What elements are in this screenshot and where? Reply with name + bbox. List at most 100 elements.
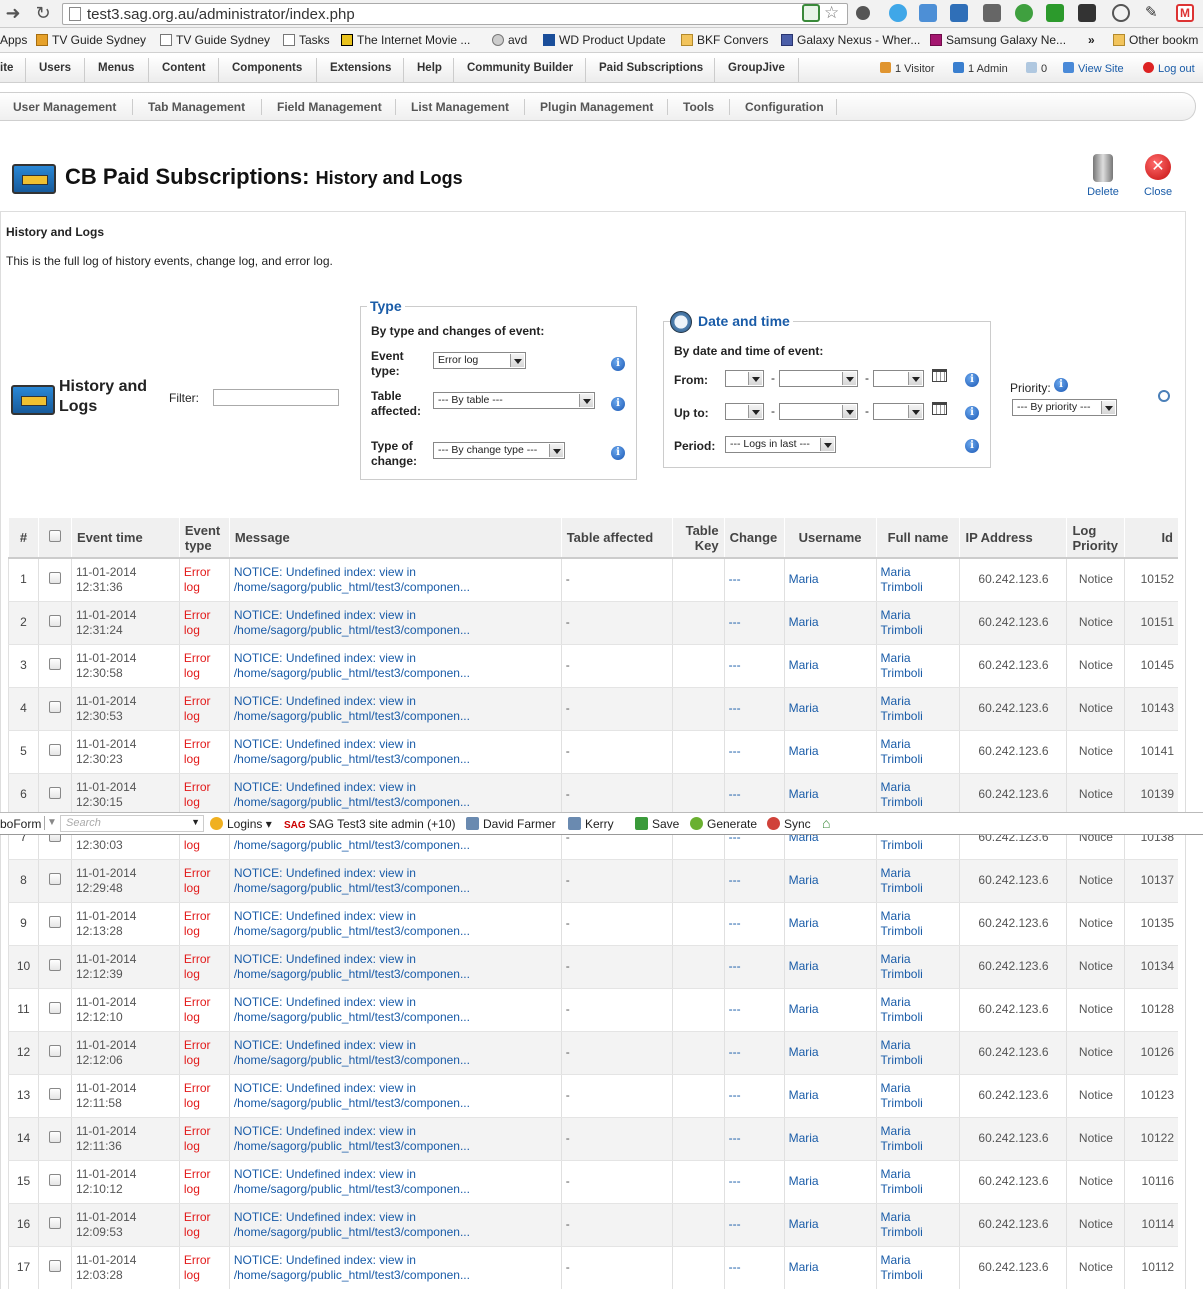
info-icon[interactable]: i [965, 439, 979, 453]
menu-users[interactable]: Users [39, 62, 71, 74]
fullname-link[interactable]: MariaTrimboli [875, 1074, 960, 1118]
identity-kerry-button[interactable]: Kerry [568, 817, 614, 831]
message-link[interactable]: NOTICE: Undefined index: view in/home/sa… [228, 1160, 562, 1204]
row-checkbox[interactable] [48, 1087, 61, 1100]
table-row[interactable]: 9 11-01-2014 12:13:28 Error log NOTICE: Undef… [8, 902, 1178, 946]
message-link[interactable]: NOTICE: Undefined index: view in/home/sa… [228, 1246, 562, 1289]
bookmark-wd[interactable]: WD Product Update [543, 33, 666, 47]
fullname-link[interactable]: MariaTrimboli [875, 687, 960, 731]
bookmark-tasks[interactable]: Tasks [283, 33, 330, 47]
table-row[interactable]: 2 11-01-2014 12:31:24 Error log NOTICE: Undef… [8, 601, 1178, 645]
bookmark-samsung[interactable]: Samsung Galaxy Ne... [930, 33, 1066, 47]
info-icon[interactable]: i [611, 357, 625, 371]
username-link[interactable]: Maria [783, 1074, 877, 1118]
menu-extensions[interactable]: Extensions [330, 62, 391, 74]
submenu-tab-management[interactable]: Tab Management [148, 100, 245, 114]
message-link[interactable]: NOTICE: Undefined index: view in/home/sa… [228, 730, 562, 774]
col-change[interactable]: Change [723, 518, 785, 559]
save-button[interactable]: Save [635, 817, 679, 831]
change-link[interactable]: --- [723, 1246, 785, 1289]
message-link[interactable]: NOTICE: Undefined index: view in/home/sa… [228, 601, 562, 645]
row-select-cell[interactable] [37, 601, 72, 645]
row-select-cell[interactable] [37, 902, 72, 946]
message-link[interactable]: NOTICE: Undefined index: view in/home/sa… [228, 902, 562, 946]
col-number[interactable]: # [8, 518, 39, 559]
message-link[interactable]: NOTICE: Undefined index: view in/home/sa… [228, 1117, 562, 1161]
col-id[interactable]: Id [1124, 518, 1178, 559]
submenu-tools[interactable]: Tools [683, 100, 714, 114]
bug-icon[interactable] [856, 6, 870, 20]
row-checkbox[interactable] [48, 743, 61, 756]
roboform-dropdown-icon[interactable]: ▼ [44, 816, 57, 830]
table-row[interactable]: 12 11-01-2014 12:12:06 Error log NOTICE: Unde… [8, 1031, 1178, 1075]
col-message[interactable]: Message [228, 518, 562, 559]
fullname-link[interactable]: MariaTrimboli [875, 773, 960, 817]
pencil-icon[interactable]: ✎ [1145, 4, 1163, 22]
row-select-cell[interactable] [37, 859, 72, 903]
col-event-type[interactable]: Event type [178, 518, 230, 559]
view-site-link[interactable]: View Site [1063, 62, 1124, 75]
menu-community-builder[interactable]: Community Builder [467, 62, 573, 74]
row-checkbox[interactable] [48, 1044, 61, 1057]
info-icon[interactable]: i [965, 373, 979, 387]
table-row[interactable]: 17 11-01-2014 12:03:28 Error log NOTICE: Unde… [8, 1246, 1178, 1289]
table-row[interactable]: 3 11-01-2014 12:30:58 Error log NOTICE: Undef… [8, 644, 1178, 688]
fullname-link[interactable]: MariaTrimboli [875, 558, 960, 602]
generate-button[interactable]: Generate [690, 817, 757, 831]
menu-help[interactable]: Help [417, 62, 442, 74]
username-link[interactable]: Maria [783, 558, 877, 602]
change-link[interactable]: --- [723, 1117, 785, 1161]
change-link[interactable]: --- [723, 1031, 785, 1075]
from-month-select[interactable] [779, 370, 858, 387]
col-full-name[interactable]: Full name [875, 518, 960, 559]
fullname-link[interactable]: MariaTrimboli [875, 902, 960, 946]
row-checkbox[interactable] [48, 1259, 61, 1272]
address-bar[interactable]: test3.sag.org.au/administrator/index.php [62, 3, 848, 25]
bookmark-galaxy-nexus[interactable]: Galaxy Nexus - Wher... [781, 33, 920, 47]
message-link[interactable]: NOTICE: Undefined index: view in/home/sa… [228, 988, 562, 1032]
row-select-cell[interactable] [37, 1031, 72, 1075]
messages-status[interactable]: 0 [1026, 62, 1047, 75]
username-link[interactable]: Maria [783, 644, 877, 688]
table-row[interactable]: 4 11-01-2014 12:30:53 Error log NOTICE: Undef… [8, 687, 1178, 731]
delete-button[interactable]: Delete [1083, 154, 1123, 198]
row-checkbox[interactable] [48, 872, 61, 885]
change-link[interactable]: --- [723, 1203, 785, 1247]
message-link[interactable]: NOTICE: Undefined index: view in/home/sa… [228, 558, 562, 602]
from-year-select[interactable] [873, 370, 924, 387]
extension-search-icon[interactable] [1112, 4, 1130, 22]
extension-shield-icon[interactable] [802, 4, 820, 22]
change-link[interactable]: --- [723, 687, 785, 731]
period-select[interactable]: --- Logs in last --- [725, 436, 836, 453]
bookmark-tv-guide-1[interactable]: TV Guide Sydney [36, 33, 146, 47]
close-button[interactable]: ✕ Close [1138, 154, 1178, 198]
calendar-icon[interactable] [932, 369, 947, 382]
from-day-select[interactable] [725, 370, 764, 387]
identity-david-button[interactable]: David Farmer [466, 817, 556, 831]
roboform-menu[interactable]: boForm [0, 817, 41, 831]
message-link[interactable]: NOTICE: Undefined index: view in/home/sa… [228, 1031, 562, 1075]
col-table-affected[interactable]: Table affected [560, 518, 673, 559]
row-checkbox[interactable] [48, 786, 61, 799]
bookmark-apps[interactable]: Apps [0, 33, 27, 47]
gmail-icon[interactable]: M [1176, 4, 1194, 22]
row-select-cell[interactable] [37, 1203, 72, 1247]
username-link[interactable]: Maria [783, 945, 877, 989]
fullname-link[interactable]: MariaTrimboli [875, 1117, 960, 1161]
change-link[interactable]: --- [723, 644, 785, 688]
info-icon[interactable]: i [1054, 378, 1068, 392]
search-icon[interactable] [1158, 390, 1170, 402]
upto-year-select[interactable] [873, 403, 924, 420]
username-link[interactable]: Maria [783, 1203, 877, 1247]
fullname-link[interactable]: MariaTrimboli [875, 601, 960, 645]
change-link[interactable]: --- [723, 558, 785, 602]
bookmark-tv-guide-2[interactable]: TV Guide Sydney [160, 33, 270, 47]
row-select-cell[interactable] [37, 773, 72, 817]
extension-folder-icon[interactable] [919, 4, 937, 22]
row-select-cell[interactable] [37, 1160, 72, 1204]
table-row[interactable]: 16 11-01-2014 12:09:53 Error log NOTICE: Unde… [8, 1203, 1178, 1247]
bookmark-avd[interactable]: avd [492, 33, 527, 47]
fullname-link[interactable]: MariaTrimboli [875, 859, 960, 903]
row-checkbox[interactable] [48, 1173, 61, 1186]
upto-month-select[interactable] [779, 403, 858, 420]
